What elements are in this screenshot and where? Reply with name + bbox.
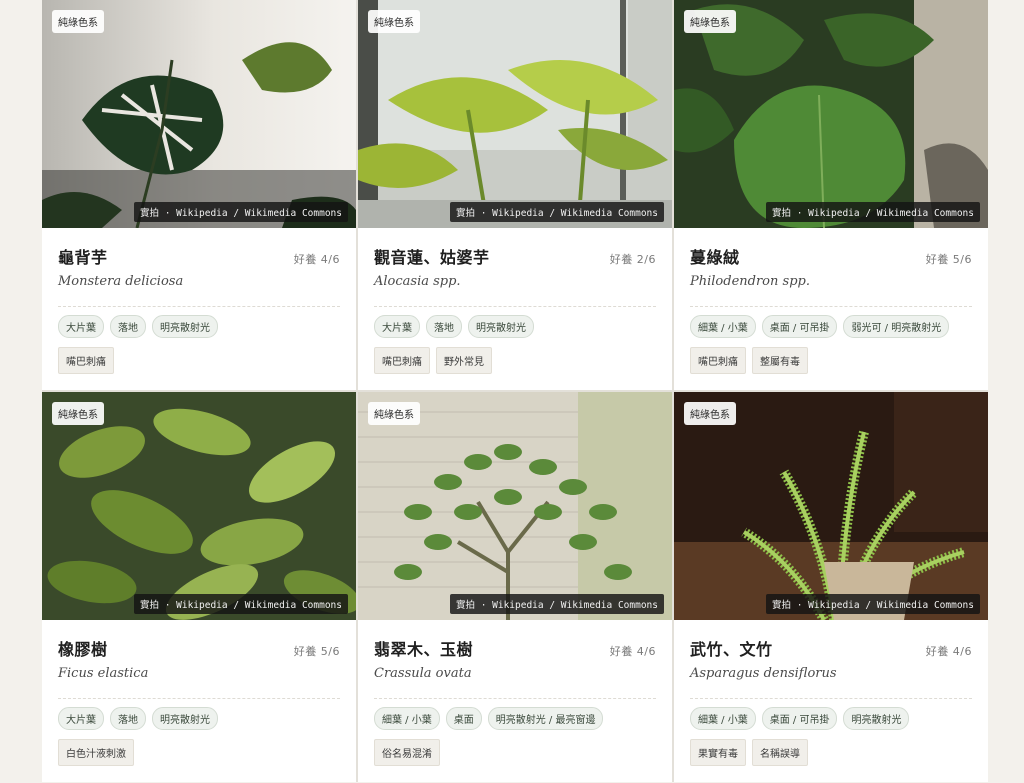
plant-name: 橡膠樹 [58,640,108,659]
warning-tag: 嘴巴刺痛 [58,347,114,374]
tag: 落地 [426,315,462,338]
color-badge: 純綠色系 [52,402,104,425]
plant-photo: 純綠色系 實拍 · Wikipedia / Wikimedia Commons [42,392,356,620]
plant-photo: 純綠色系 實拍 · Wikipedia / Wikimedia Commons [358,392,672,620]
plant-card[interactable]: 純綠色系 實拍 · Wikipedia / Wikimedia Commons … [674,0,988,390]
jade-plant-photo [358,392,672,620]
tag-list: 大片葉 落地 明亮散射光 [58,315,340,338]
tag-list: 細葉 / 小葉 桌面 明亮散射光 / 最亮窗邊 [374,707,656,730]
warning-tag: 果實有毒 [690,739,746,766]
warning-list: 嘴巴刺痛 整屬有毒 [690,347,972,374]
color-badge: 純綠色系 [52,10,104,33]
color-badge: 純綠色系 [684,402,736,425]
plant-name: 武竹、文竹 [690,640,773,659]
photo-credit: 實拍 · Wikipedia / Wikimedia Commons [449,202,664,222]
plant-card[interactable]: 純綠色系 實拍 · Wikipedia / Wikimedia Commons … [358,392,672,782]
tag: 桌面 [445,707,482,730]
rubber-tree-photo [42,392,356,620]
photo-credit: 實拍 · Wikipedia / Wikimedia Commons [449,594,664,614]
plant-card[interactable]: 純綠色系 實拍 · Wikipedia / Wikimedia Commons … [674,392,988,782]
tag: 桌面 / 可吊掛 [761,315,838,338]
latin-name: Asparagus densiflorus [690,666,837,681]
philodendron-photo [674,0,988,228]
latin-name: Ficus elastica [58,666,149,681]
photo-credit: 實拍 · Wikipedia / Wikimedia Commons [133,594,348,614]
warning-list: 果實有毒 名稱誤導 [690,739,972,766]
warning-list: 嘴巴刺痛 野外常見 [374,347,656,374]
tag: 明亮散射光 [152,315,218,338]
tag: 明亮散射光 [843,707,910,730]
warning-tag: 野外常見 [436,347,492,374]
ease-rating: 好養 2/6 [609,253,656,266]
warning-tag: 整屬有毒 [752,347,808,374]
divider [374,698,656,699]
tag: 桌面 / 可吊掛 [761,707,838,730]
ease-rating: 好養 4/6 [925,645,972,658]
plant-card[interactable]: 純綠色系 實拍 · Wikipedia / Wikimedia Commons … [42,392,356,782]
tag: 大片葉 [374,315,420,338]
divider [374,306,656,307]
tag-list: 大片葉 落地 明亮散射光 [58,707,340,730]
tag: 明亮散射光 / 最亮窗邊 [487,707,604,730]
color-badge: 純綠色系 [368,10,420,33]
divider [690,698,972,699]
warning-list: 俗名易混淆 [374,739,656,766]
warning-tag: 嘴巴刺痛 [690,347,746,374]
monstera-photo [42,0,356,228]
alocasia-photo [358,0,672,228]
tag: 明亮散射光 [152,707,218,730]
asparagus-fern-photo [674,392,988,620]
ease-rating: 好養 5/6 [925,253,972,266]
plant-grid: 純綠色系 實拍 · Wikipedia / Wikimedia Commons … [42,0,988,782]
warning-tag: 名稱誤導 [752,739,808,766]
tag: 大片葉 [58,707,104,730]
divider [690,306,972,307]
warning-tag: 俗名易混淆 [374,739,440,766]
warning-list: 白色汁液刺激 [58,739,340,766]
latin-name: Alocasia spp. [374,274,461,289]
color-badge: 純綠色系 [368,402,420,425]
plant-photo: 純綠色系 實拍 · Wikipedia / Wikimedia Commons [674,392,988,620]
plant-card[interactable]: 純綠色系 實拍 · Wikipedia / Wikimedia Commons … [42,0,356,390]
photo-credit: 實拍 · Wikipedia / Wikimedia Commons [765,202,980,222]
latin-name: Philodendron spp. [690,274,810,289]
tag-list: 細葉 / 小葉 桌面 / 可吊掛 明亮散射光 [690,707,972,730]
ease-rating: 好養 4/6 [293,253,340,266]
tag: 細葉 / 小葉 [690,707,756,730]
tag: 大片葉 [58,315,104,338]
tag: 細葉 / 小葉 [374,707,440,730]
color-badge: 純綠色系 [684,10,736,33]
photo-credit: 實拍 · Wikipedia / Wikimedia Commons [765,594,980,614]
divider [58,306,340,307]
warning-tag: 白色汁液刺激 [58,739,134,766]
warning-list: 嘴巴刺痛 [58,347,340,374]
plant-photo: 純綠色系 實拍 · Wikipedia / Wikimedia Commons [358,0,672,228]
warning-tag: 嘴巴刺痛 [374,347,430,374]
latin-name: Crassula ovata [374,666,472,681]
plant-name: 觀音蓮、姑婆芋 [374,248,490,267]
ease-rating: 好養 5/6 [293,645,340,658]
plant-name: 蔓綠絨 [690,248,740,267]
plant-photo: 純綠色系 實拍 · Wikipedia / Wikimedia Commons [42,0,356,228]
tag: 細葉 / 小葉 [690,315,756,338]
plant-card[interactable]: 純綠色系 實拍 · Wikipedia / Wikimedia Commons … [358,0,672,390]
plant-name: 翡翠木、玉樹 [374,640,474,659]
plant-photo: 純綠色系 實拍 · Wikipedia / Wikimedia Commons [674,0,988,228]
tag: 落地 [110,707,146,730]
tag: 明亮散射光 [468,315,534,338]
tag-list: 大片葉 落地 明亮散射光 [374,315,656,338]
ease-rating: 好養 4/6 [609,645,656,658]
tag: 落地 [110,315,146,338]
plant-name: 龜背芋 [58,248,108,267]
tag: 弱光可 / 明亮散射光 [843,315,950,338]
tag-list: 細葉 / 小葉 桌面 / 可吊掛 弱光可 / 明亮散射光 [690,315,972,338]
divider [58,698,340,699]
latin-name: Monstera deliciosa [58,274,184,289]
photo-credit: 實拍 · Wikipedia / Wikimedia Commons [133,202,348,222]
